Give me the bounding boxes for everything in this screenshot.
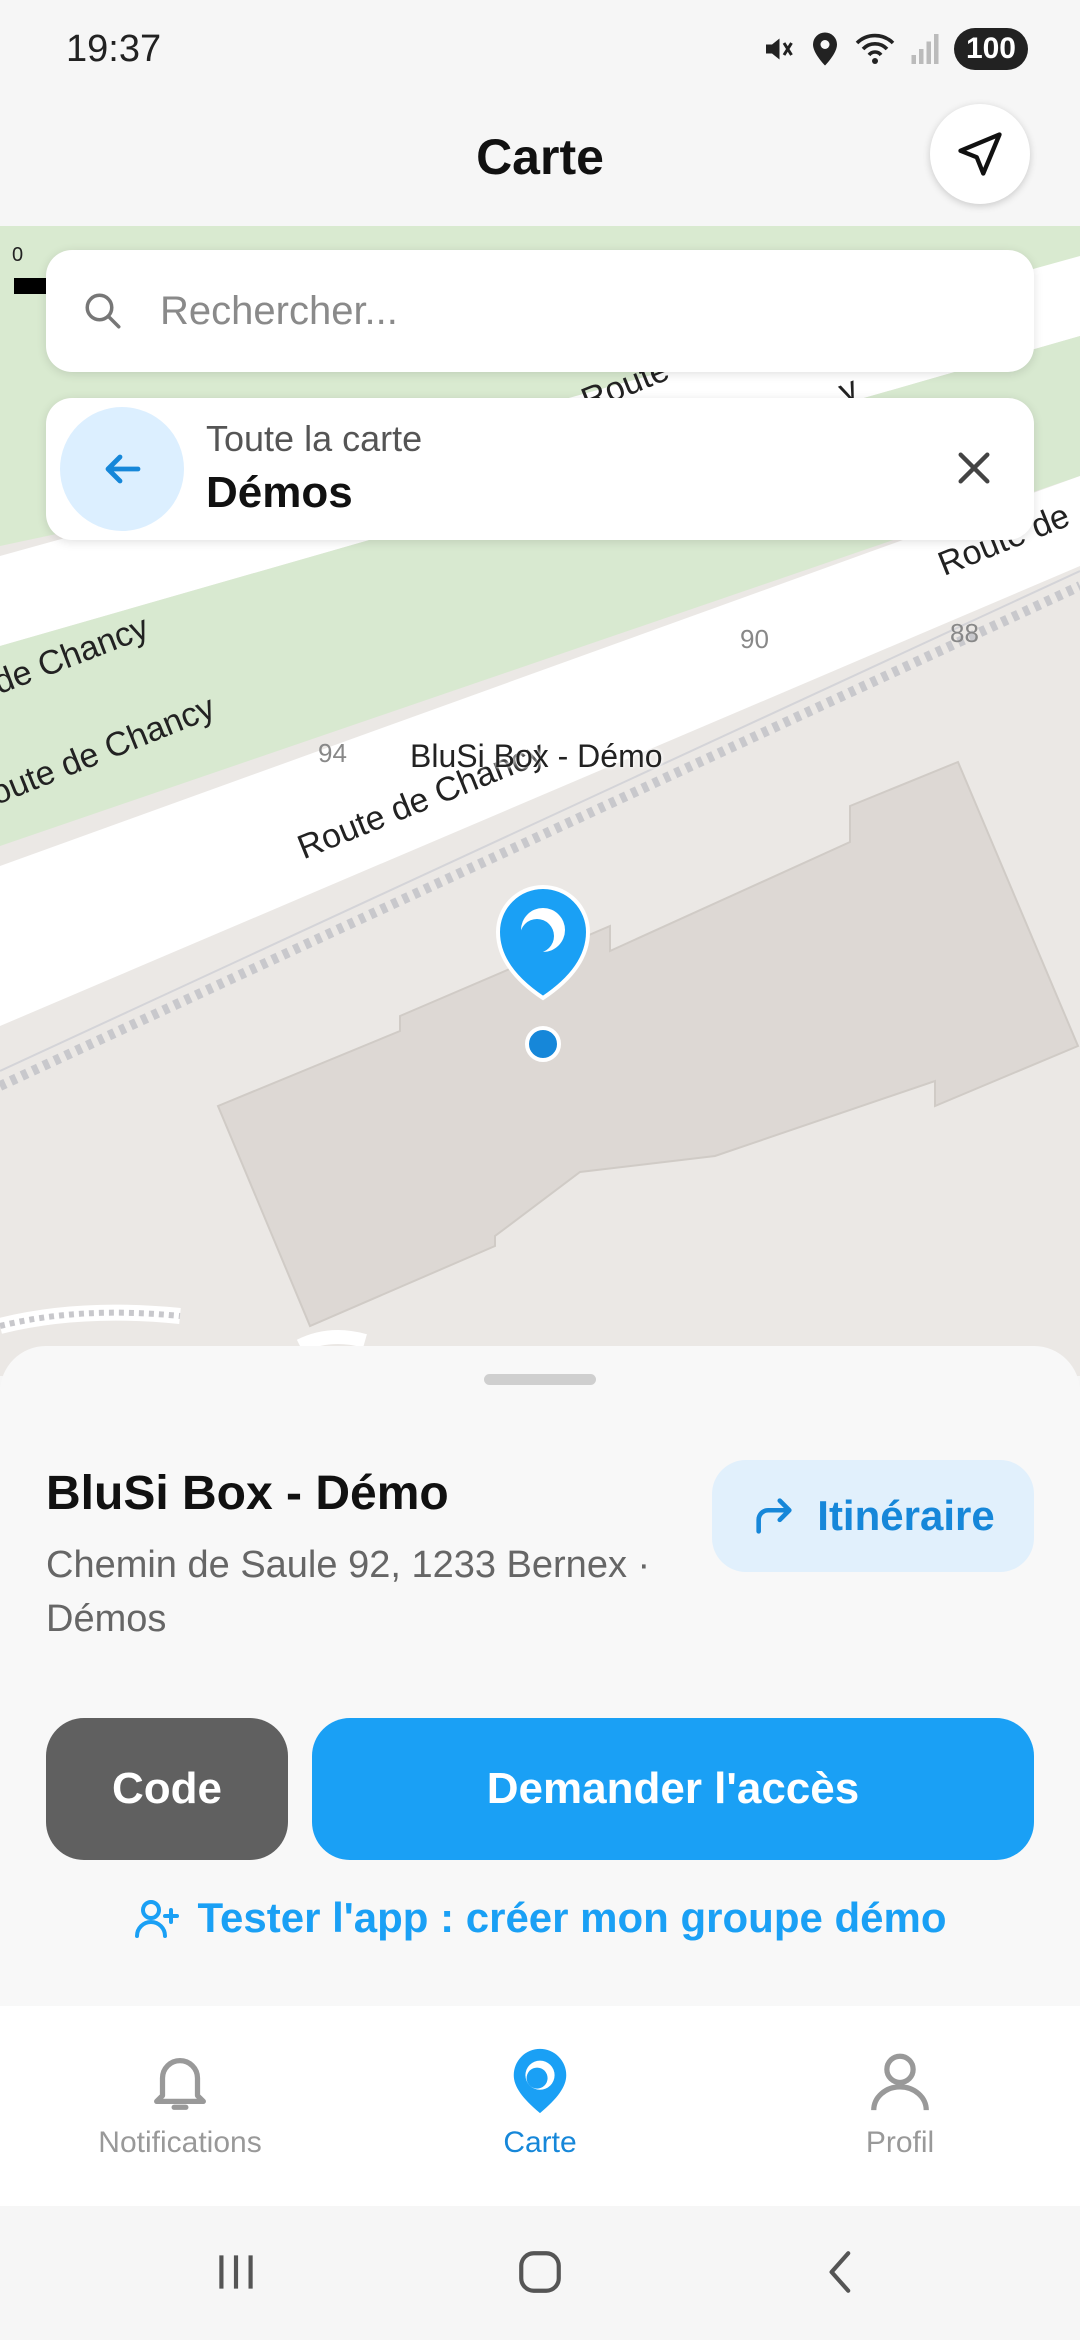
status-time: 19:37: [66, 28, 162, 70]
route-button[interactable]: Itinéraire: [712, 1460, 1034, 1572]
recent-apps-icon: [219, 2255, 253, 2289]
code-button[interactable]: Code: [46, 1718, 288, 1860]
demo-link-label: Tester l'app : créer mon groupe démo: [197, 1894, 947, 1941]
page-title: Carte: [476, 129, 604, 185]
house-number: 88: [950, 618, 979, 648]
close-filter-button[interactable]: [944, 438, 1004, 498]
place-bottom-sheet: BluSi Box - Démo Chemin de Saule 92, 123…: [0, 1346, 1080, 2006]
screen: 19:37 100 Carte 0 de Chancy Route de Cha…: [0, 0, 1080, 2340]
nav-label-carte: Carte: [503, 2126, 577, 2159]
back-nav-button[interactable]: [812, 2242, 872, 2302]
sheet-drag-handle[interactable]: [484, 1374, 596, 1385]
nav-item-carte[interactable]: Carte: [390, 2046, 690, 2160]
status-icons: 100: [760, 28, 1028, 70]
search-bar[interactable]: Rechercher...: [46, 250, 1034, 372]
back-button[interactable]: [60, 407, 184, 531]
marker-label: BluSi Box - Démo: [410, 738, 663, 774]
close-icon: [958, 452, 990, 484]
bottom-nav: Notifications Carte Profil: [0, 2006, 1080, 2206]
battery-indicator: 100: [953, 28, 1028, 70]
add-user-icon: [135, 1900, 180, 1938]
route-button-label: Itinéraire: [817, 1492, 995, 1539]
status-bar: 19:37 100: [0, 0, 1080, 100]
mute-icon: [765, 38, 793, 60]
home-button[interactable]: [510, 2242, 570, 2302]
home-icon: [519, 2251, 561, 2293]
nav-label-notifications: Notifications: [98, 2126, 262, 2159]
filter-subtitle: Toute la carte: [206, 418, 423, 459]
navigation-arrow-icon: [958, 132, 1002, 176]
scale-label: 0: [12, 244, 23, 266]
turn-right-arrow-icon: [756, 1498, 792, 1534]
nav-item-profil[interactable]: Profil: [750, 2046, 1050, 2160]
group-filter-card: Toute la carte Démos: [46, 398, 1034, 540]
location-icon: [812, 32, 837, 66]
signal-icon: [911, 34, 939, 64]
person-icon: [871, 2053, 929, 2111]
bell-icon: [154, 2057, 206, 2110]
search-input[interactable]: Rechercher...: [160, 289, 398, 334]
header: Carte: [0, 100, 1080, 226]
wifi-icon: [855, 33, 895, 64]
recent-apps-button[interactable]: [206, 2242, 266, 2302]
nav-label-profil: Profil: [865, 2126, 935, 2159]
place-address: Chemin de Saule 92, 1233 Bernex · Démos: [46, 1544, 651, 1640]
place-name: BluSi Box - Démo: [46, 1467, 449, 1520]
request-access-button[interactable]: Demander l'accès: [312, 1718, 1034, 1860]
filter-title: Démos: [206, 468, 353, 517]
house-number: 94: [318, 738, 347, 768]
system-nav-bar: [0, 2206, 1080, 2340]
chevron-left-icon: [829, 2251, 851, 2293]
house-number: 90: [740, 624, 769, 654]
nav-item-notifications[interactable]: Notifications: [30, 2046, 330, 2160]
map-pin-icon: [513, 2048, 567, 2114]
arrow-left-icon: [105, 454, 141, 484]
create-demo-group-link[interactable]: Tester l'app : créer mon groupe démo: [0, 1894, 1080, 1942]
locate-me-button[interactable]: [930, 104, 1030, 204]
search-icon: [82, 287, 130, 335]
